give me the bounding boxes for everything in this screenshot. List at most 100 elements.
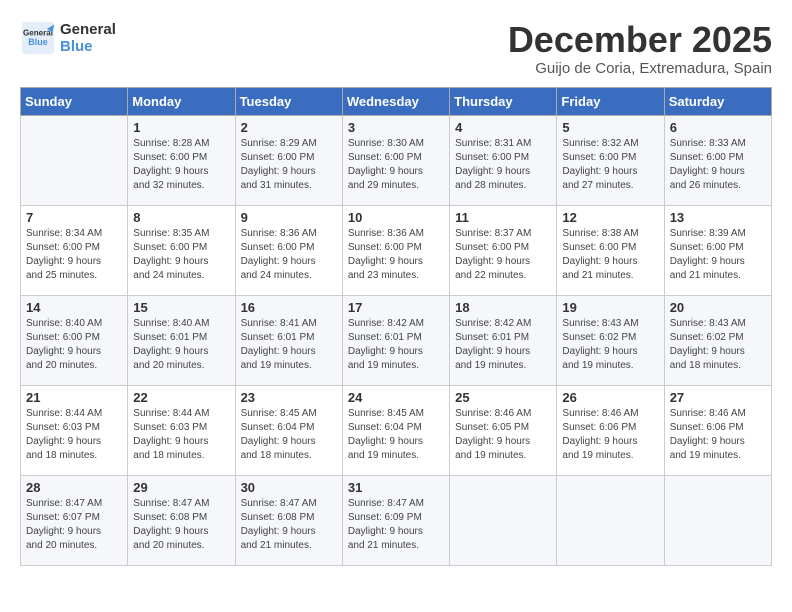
location: Guijo de Coria, Extremadura, Spain	[508, 60, 772, 77]
calendar-cell: 17 Sunrise: 8:42 AM Sunset: 6:01 PM Dayli…	[342, 295, 449, 385]
day-number: 26	[562, 390, 658, 405]
header-wednesday: Wednesday	[342, 87, 449, 115]
day-number: 11	[455, 210, 551, 225]
day-number: 23	[241, 390, 337, 405]
logo-icon: General Blue	[20, 20, 56, 56]
day-number: 10	[348, 210, 444, 225]
calendar-cell: 27Sunrise: 8:46 AM Sunset: 6:06 PM Dayli…	[664, 385, 771, 475]
day-content: Sunrise: 8:40 AM Sunset: 6:00 PM Dayligh…	[26, 317, 122, 373]
day-content: Sunrise: 8:44 AM Sunset: 6:03 PM Dayligh…	[133, 407, 229, 463]
day-content: Sunrise: 8:44 AM Sunset: 6:03 PM Dayligh…	[26, 407, 122, 463]
day-number: 24	[348, 390, 444, 405]
day-content: Sunrise: 8:38 AM Sunset: 6:00 PM Dayligh…	[562, 227, 658, 283]
day-content: Sunrise: 8:34 AM Sunset: 6:00 PM Dayligh…	[26, 227, 122, 283]
header-saturday: Saturday	[664, 87, 771, 115]
day-number: 20	[670, 300, 766, 315]
calendar-cell	[664, 475, 771, 565]
day-number: 31	[348, 480, 444, 495]
day-number: 6	[670, 120, 766, 135]
calendar-week-1: 1Sunrise: 8:28 AM Sunset: 6:00 PM Daylig…	[21, 115, 772, 205]
day-content: Sunrise: 8:40 AM Sunset: 6:01 PM Dayligh…	[133, 317, 229, 373]
calendar-cell: 22 Sunrise: 8:44 AM Sunset: 6:03 PM Dayli…	[128, 385, 235, 475]
calendar-cell: 7 Sunrise: 8:34 AM Sunset: 6:00 PM Daylig…	[21, 205, 128, 295]
calendar-cell: 18 Sunrise: 8:42 AM Sunset: 6:01 PM Dayli…	[450, 295, 557, 385]
header-friday: Friday	[557, 87, 664, 115]
day-number: 19	[562, 300, 658, 315]
day-content: Sunrise: 8:39 AM Sunset: 6:00 PM Dayligh…	[670, 227, 766, 283]
calendar-week-5: 28 Sunrise: 8:47 AM Sunset: 6:07 PM Dayli…	[21, 475, 772, 565]
day-number: 7	[26, 210, 122, 225]
calendar-cell: 29Sunrise: 8:47 AM Sunset: 6:08 PM Dayli…	[128, 475, 235, 565]
calendar-cell: 4 Sunrise: 8:31 AM Sunset: 6:00 PM Daylig…	[450, 115, 557, 205]
calendar-cell: 12 Sunrise: 8:38 AM Sunset: 6:00 PM Dayli…	[557, 205, 664, 295]
day-content: Sunrise: 8:43 AM Sunset: 6:02 PM Dayligh…	[562, 317, 658, 373]
day-content: Sunrise: 8:37 AM Sunset: 6:00 PM Dayligh…	[455, 227, 551, 283]
calendar-cell: 21Sunrise: 8:44 AM Sunset: 6:03 PM Dayli…	[21, 385, 128, 475]
day-number: 8	[133, 210, 229, 225]
logo-line1: General	[60, 21, 116, 38]
day-number: 15	[133, 300, 229, 315]
day-content: Sunrise: 8:46 AM Sunset: 6:06 PM Dayligh…	[562, 407, 658, 463]
calendar-cell: 8Sunrise: 8:35 AM Sunset: 6:00 PM Daylig…	[128, 205, 235, 295]
calendar-cell	[450, 475, 557, 565]
calendar-cell: 15 Sunrise: 8:40 AM Sunset: 6:01 PM Dayli…	[128, 295, 235, 385]
day-content: Sunrise: 8:28 AM Sunset: 6:00 PM Dayligh…	[133, 137, 229, 193]
day-content: Sunrise: 8:33 AM Sunset: 6:00 PM Dayligh…	[670, 137, 766, 193]
header-thursday: Thursday	[450, 87, 557, 115]
calendar-cell: 16Sunrise: 8:41 AM Sunset: 6:01 PM Dayli…	[235, 295, 342, 385]
calendar-cell: 2Sunrise: 8:29 AM Sunset: 6:00 PM Daylig…	[235, 115, 342, 205]
day-number: 22	[133, 390, 229, 405]
header-sunday: Sunday	[21, 87, 128, 115]
title-block: December 2025 Guijo de Coria, Extremadur…	[508, 20, 772, 77]
calendar-week-4: 21Sunrise: 8:44 AM Sunset: 6:03 PM Dayli…	[21, 385, 772, 475]
calendar-week-2: 7 Sunrise: 8:34 AM Sunset: 6:00 PM Daylig…	[21, 205, 772, 295]
day-content: Sunrise: 8:36 AM Sunset: 6:00 PM Dayligh…	[348, 227, 444, 283]
calendar-cell: 1Sunrise: 8:28 AM Sunset: 6:00 PM Daylig…	[128, 115, 235, 205]
day-content: Sunrise: 8:47 AM Sunset: 6:09 PM Dayligh…	[348, 497, 444, 553]
svg-text:Blue: Blue	[28, 37, 48, 47]
logo-line2: Blue	[60, 38, 93, 55]
calendar-cell: 25 Sunrise: 8:46 AM Sunset: 6:05 PM Dayli…	[450, 385, 557, 475]
day-content: Sunrise: 8:41 AM Sunset: 6:01 PM Dayligh…	[241, 317, 337, 373]
day-number: 28	[26, 480, 122, 495]
calendar-week-3: 14 Sunrise: 8:40 AM Sunset: 6:00 PM Dayli…	[21, 295, 772, 385]
calendar-cell	[21, 115, 128, 205]
day-content: Sunrise: 8:43 AM Sunset: 6:02 PM Dayligh…	[670, 317, 766, 373]
day-content: Sunrise: 8:45 AM Sunset: 6:04 PM Dayligh…	[348, 407, 444, 463]
page-header: General Blue General Blue December 2025 …	[20, 20, 772, 77]
calendar-cell	[557, 475, 664, 565]
day-number: 13	[670, 210, 766, 225]
day-number: 5	[562, 120, 658, 135]
day-content: Sunrise: 8:30 AM Sunset: 6:00 PM Dayligh…	[348, 137, 444, 193]
day-number: 25	[455, 390, 551, 405]
calendar-cell: 20 Sunrise: 8:43 AM Sunset: 6:02 PM Dayli…	[664, 295, 771, 385]
calendar-cell: 30Sunrise: 8:47 AM Sunset: 6:08 PM Dayli…	[235, 475, 342, 565]
calendar-cell: 5Sunrise: 8:32 AM Sunset: 6:00 PM Daylig…	[557, 115, 664, 205]
day-number: 3	[348, 120, 444, 135]
logo-text: General Blue	[60, 21, 116, 55]
day-content: Sunrise: 8:45 AM Sunset: 6:04 PM Dayligh…	[241, 407, 337, 463]
day-number: 17	[348, 300, 444, 315]
day-content: Sunrise: 8:42 AM Sunset: 6:01 PM Dayligh…	[348, 317, 444, 373]
day-content: Sunrise: 8:46 AM Sunset: 6:05 PM Dayligh…	[455, 407, 551, 463]
calendar-cell: 13 Sunrise: 8:39 AM Sunset: 6:00 PM Dayli…	[664, 205, 771, 295]
calendar-cell: 10 Sunrise: 8:36 AM Sunset: 6:00 PM Dayli…	[342, 205, 449, 295]
day-number: 14	[26, 300, 122, 315]
calendar-cell: 19 Sunrise: 8:43 AM Sunset: 6:02 PM Dayli…	[557, 295, 664, 385]
day-number: 9	[241, 210, 337, 225]
day-number: 18	[455, 300, 551, 315]
calendar-cell: 28 Sunrise: 8:47 AM Sunset: 6:07 PM Dayli…	[21, 475, 128, 565]
day-number: 12	[562, 210, 658, 225]
calendar-cell: 14 Sunrise: 8:40 AM Sunset: 6:00 PM Dayli…	[21, 295, 128, 385]
calendar-cell: 11 Sunrise: 8:37 AM Sunset: 6:00 PM Dayli…	[450, 205, 557, 295]
day-content: Sunrise: 8:31 AM Sunset: 6:00 PM Dayligh…	[455, 137, 551, 193]
calendar-cell: 24 Sunrise: 8:45 AM Sunset: 6:04 PM Dayli…	[342, 385, 449, 475]
day-content: Sunrise: 8:42 AM Sunset: 6:01 PM Dayligh…	[455, 317, 551, 373]
day-content: Sunrise: 8:46 AM Sunset: 6:06 PM Dayligh…	[670, 407, 766, 463]
calendar-cell: 6 Sunrise: 8:33 AM Sunset: 6:00 PM Daylig…	[664, 115, 771, 205]
day-content: Sunrise: 8:47 AM Sunset: 6:07 PM Dayligh…	[26, 497, 122, 553]
day-content: Sunrise: 8:47 AM Sunset: 6:08 PM Dayligh…	[133, 497, 229, 553]
day-number: 4	[455, 120, 551, 135]
day-number: 2	[241, 120, 337, 135]
header-tuesday: Tuesday	[235, 87, 342, 115]
